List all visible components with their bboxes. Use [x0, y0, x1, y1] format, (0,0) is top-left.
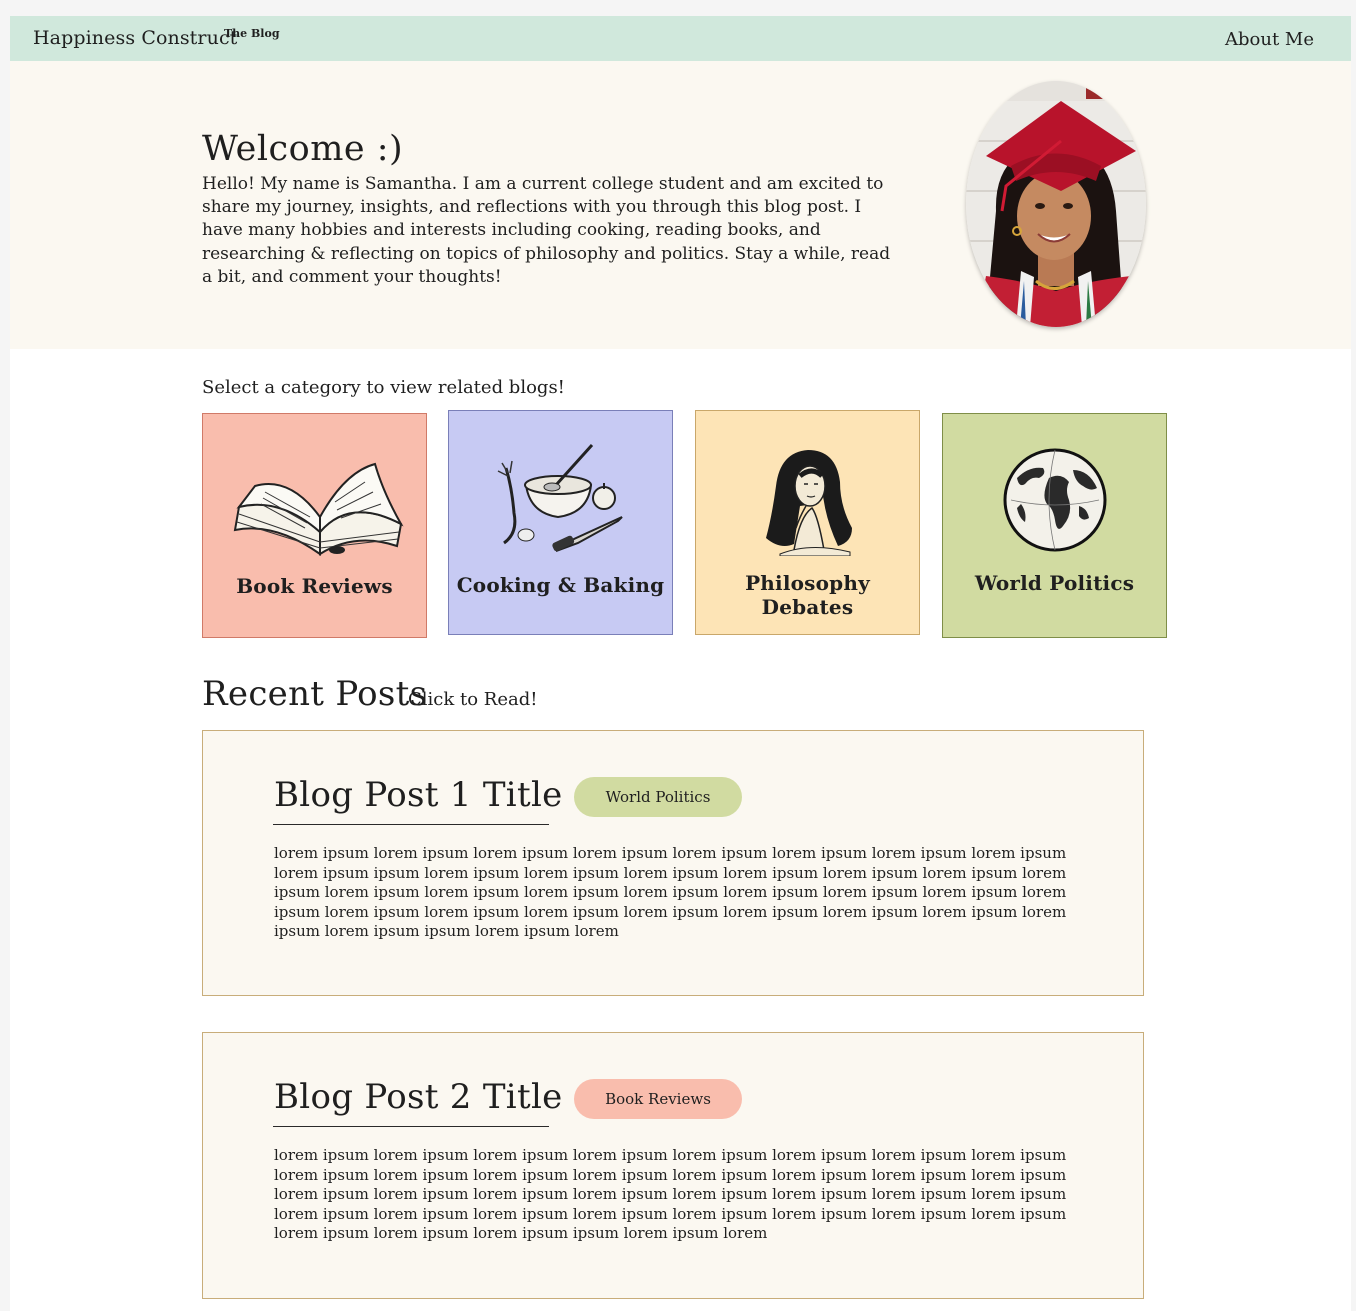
- recent-posts-heading: Recent Posts: [202, 674, 428, 714]
- blog-post-excerpt: lorem ipsum lorem ipsum lorem ipsum lore…: [274, 844, 1067, 941]
- globe-icon: [1003, 448, 1106, 552]
- welcome-title: Welcome :): [202, 129, 404, 169]
- category-card-world-politics[interactable]: World Politics: [942, 413, 1167, 638]
- profile-portrait: [966, 81, 1146, 327]
- site-brand-subtitle: The Blog: [224, 27, 280, 40]
- thinking-woman-icon: [765, 450, 852, 556]
- category-prompt: Select a category to view related blogs!: [202, 377, 565, 398]
- category-label: World Politics: [974, 571, 1135, 595]
- open-book-icon: [233, 462, 404, 556]
- blog-post-tag[interactable]: Book Reviews: [574, 1079, 742, 1119]
- category-card-cooking-baking[interactable]: Cooking & Baking: [448, 410, 673, 635]
- blog-post-card[interactable]: Blog Post 2 Title Book Reviews lorem ips…: [202, 1032, 1144, 1299]
- category-card-book-reviews[interactable]: Book Reviews: [202, 413, 427, 638]
- category-label: Book Reviews: [236, 574, 393, 598]
- site-brand[interactable]: Happiness Construct: [33, 27, 237, 49]
- cooking-bowl-icon: [497, 443, 623, 552]
- category-card-philosophy-debates[interactable]: Philosophy Debates: [695, 410, 920, 635]
- recent-posts-subtitle: Click to Read!: [408, 689, 538, 710]
- category-label: Philosophy Debates: [745, 571, 870, 619]
- category-label: Cooking & Baking: [456, 573, 665, 597]
- blog-post-tag[interactable]: World Politics: [574, 777, 742, 817]
- intro-text: Hello! My name is Samantha. I am a curre…: [202, 174, 891, 287]
- top-nav-bar: Happiness Construct The Blog About Me: [10, 16, 1351, 61]
- title-divider: [273, 1126, 549, 1127]
- welcome-hero: Welcome :) Hello! My name is Samantha. I…: [10, 61, 1351, 349]
- blog-post-card[interactable]: Blog Post 1 Title World Politics lorem i…: [202, 730, 1144, 996]
- blog-post-title[interactable]: Blog Post 2 Title: [274, 1077, 563, 1117]
- blog-post-excerpt: lorem ipsum lorem ipsum lorem ipsum lore…: [274, 1146, 1067, 1243]
- page: Happiness Construct The Blog About Me We…: [10, 16, 1351, 1311]
- blog-post-title[interactable]: Blog Post 1 Title: [274, 775, 563, 815]
- about-me-link[interactable]: About Me: [1225, 29, 1314, 50]
- graduate-portrait-photo: [966, 81, 1146, 327]
- title-divider: [273, 824, 549, 825]
